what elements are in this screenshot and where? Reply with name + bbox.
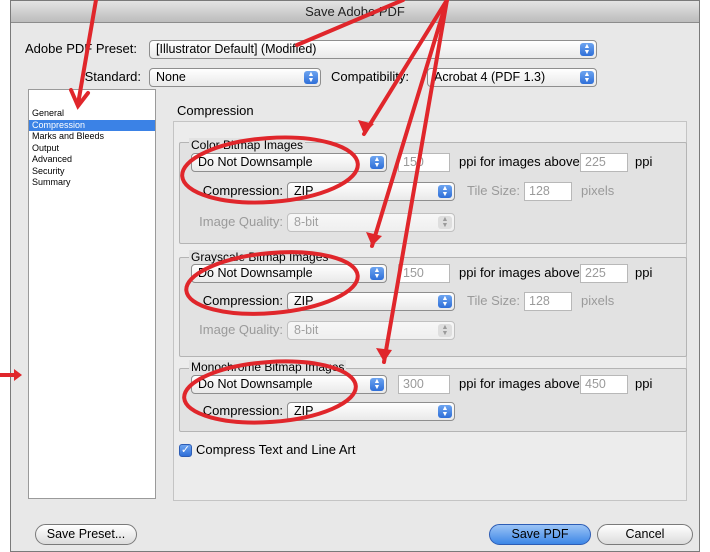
gray-group-title: Grayscale Bitmap Images — [189, 250, 331, 264]
compatibility-select[interactable]: Acrobat 4 (PDF 1.3) ▲ ▼ — [427, 68, 597, 87]
section-list: General Compression Marks and Bleeds Out… — [28, 89, 156, 499]
popup-arrows-icon: ▲ ▼ — [438, 295, 452, 308]
section-item-summary[interactable]: Summary — [29, 177, 155, 189]
popup-arrows-icon: ▲ ▼ — [438, 324, 452, 337]
color-group-title: Color Bitmap Images — [189, 138, 306, 152]
cancel-button[interactable]: Cancel — [597, 524, 693, 545]
popup-arrows-icon: ▲ ▼ — [438, 405, 452, 418]
gray-compression-value: ZIP — [294, 294, 314, 308]
preset-value: [Illustrator Default] (Modified) — [156, 42, 317, 56]
save-preset-button[interactable]: Save Preset... — [35, 524, 137, 545]
compress-text-label: Compress Text and Line Art — [196, 442, 356, 457]
mono-group-title: Monochrome Bitmap Images — [189, 360, 347, 374]
checkmark-icon: ✓ — [180, 444, 191, 456]
page-title: Compression — [177, 103, 254, 118]
color-above-field[interactable]: 225 — [580, 153, 628, 172]
window-title: Save Adobe PDF — [11, 1, 699, 23]
gray-quality-label: Image Quality: — [199, 322, 283, 337]
section-item-output[interactable]: Output — [29, 143, 155, 155]
mono-compression-label: Compression: — [202, 403, 283, 418]
gray-quality-value: 8-bit — [294, 323, 319, 337]
color-quality-value: 8-bit — [294, 215, 319, 229]
color-tile-field[interactable]: 128 — [524, 182, 572, 201]
color-ppi-unit: ppi — [635, 154, 653, 169]
save-pdf-dialog: Save Adobe PDF Adobe PDF Preset: [Illust… — [10, 0, 700, 552]
gray-ppi-label: ppi for images above — [459, 265, 580, 280]
standard-select[interactable]: None ▲ ▼ — [149, 68, 321, 87]
popup-arrows-icon: ▲ ▼ — [370, 156, 384, 169]
mono-ppi-unit: ppi — [635, 376, 653, 391]
standard-value: None — [156, 70, 186, 84]
section-item-marks-and-bleeds[interactable]: Marks and Bleeds — [29, 131, 155, 143]
mono-downsample-select[interactable]: Do Not Downsample ▲ ▼ — [191, 375, 387, 394]
section-item-security[interactable]: Security — [29, 166, 155, 178]
compatibility-value: Acrobat 4 (PDF 1.3) — [434, 70, 546, 84]
standard-label: Standard: — [84, 69, 141, 84]
color-compression-select[interactable]: ZIP ▲ ▼ — [287, 182, 455, 201]
color-quality-select[interactable]: 8-bit ▲ ▼ — [287, 213, 455, 232]
color-compression-label: Compression: — [202, 183, 283, 198]
color-ppi-label: ppi for images above — [459, 154, 580, 169]
popup-arrows-icon: ▲ ▼ — [438, 185, 452, 198]
popup-arrows-icon: ▲ ▼ — [370, 267, 384, 280]
gray-ppi-field[interactable]: 150 — [398, 264, 450, 283]
popup-arrows-icon: ▲ ▼ — [580, 43, 594, 56]
color-quality-label: Image Quality: — [199, 214, 283, 229]
mono-ppi-field[interactable]: 300 — [398, 375, 450, 394]
section-item-general[interactable]: General — [29, 108, 155, 120]
color-downsample-value: Do Not Downsample — [198, 155, 313, 169]
compatibility-label: Compatibility: — [331, 69, 410, 84]
preset-label: Adobe PDF Preset: — [25, 41, 137, 56]
popup-arrows-icon: ▲ ▼ — [580, 71, 594, 84]
mono-compression-value: ZIP — [294, 404, 314, 418]
popup-arrows-icon: ▲ ▼ — [438, 216, 452, 229]
gray-compression-select[interactable]: ZIP ▲ ▼ — [287, 292, 455, 311]
mono-ppi-label: ppi for images above — [459, 376, 580, 391]
preset-select[interactable]: [Illustrator Default] (Modified) ▲ ▼ — [149, 40, 597, 59]
compress-text-checkbox[interactable]: ✓ — [179, 444, 192, 457]
popup-arrows-icon: ▲ ▼ — [370, 378, 384, 391]
color-compression-value: ZIP — [294, 184, 314, 198]
gray-tile-field[interactable]: 128 — [524, 292, 572, 311]
gray-tile-label: Tile Size: — [467, 293, 520, 308]
gray-ppi-unit: ppi — [635, 265, 653, 280]
gray-above-field[interactable]: 225 — [580, 264, 628, 283]
mono-compression-select[interactable]: ZIP ▲ ▼ — [287, 402, 455, 421]
gray-quality-select[interactable]: 8-bit ▲ ▼ — [287, 321, 455, 340]
color-ppi-field[interactable]: 150 — [398, 153, 450, 172]
gray-compression-label: Compression: — [202, 293, 283, 308]
color-tile-label: Tile Size: — [467, 183, 520, 198]
gray-tile-unit: pixels — [581, 293, 615, 308]
mono-above-field[interactable]: 450 — [580, 375, 628, 394]
color-downsample-select[interactable]: Do Not Downsample ▲ ▼ — [191, 153, 387, 172]
section-item-compression[interactable]: Compression — [29, 119, 155, 131]
save-pdf-button[interactable]: Save PDF — [489, 524, 591, 545]
popup-arrows-icon: ▲ ▼ — [304, 71, 318, 84]
gray-downsample-value: Do Not Downsample — [198, 266, 313, 280]
color-tile-unit: pixels — [581, 183, 615, 198]
section-item-advanced[interactable]: Advanced — [29, 154, 155, 166]
gray-downsample-select[interactable]: Do Not Downsample ▲ ▼ — [191, 264, 387, 283]
mono-downsample-value: Do Not Downsample — [198, 377, 313, 391]
